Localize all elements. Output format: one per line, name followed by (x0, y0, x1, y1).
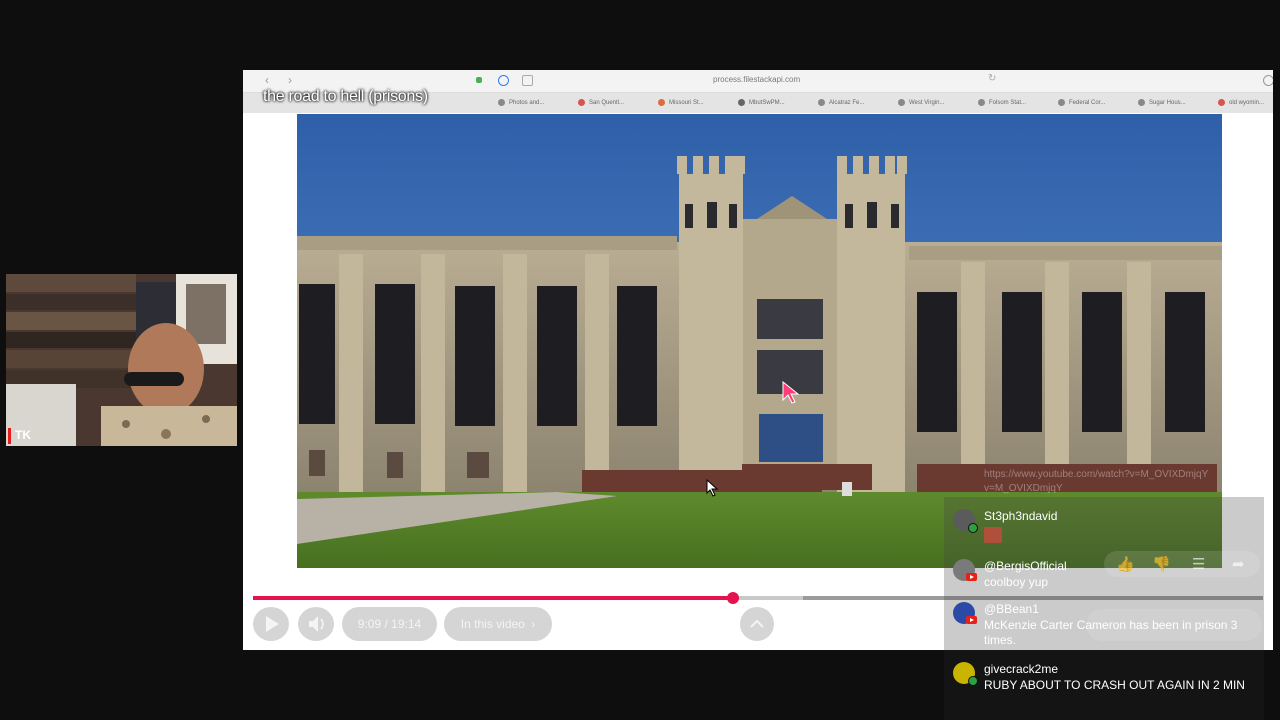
live-indicator (8, 427, 11, 444)
member-badge-icon (968, 523, 978, 533)
browser-tab[interactable]: MbutSwPM... (738, 99, 785, 106)
shield-icon (476, 77, 482, 83)
forward-button[interactable]: › (288, 73, 292, 87)
browser-tab[interactable]: Photos and... (498, 99, 544, 106)
browser-tab[interactable]: Alcatraz Fe... (818, 99, 864, 106)
mouse-cursor-icon (706, 479, 719, 497)
browser-tab[interactable]: old wyomin... (1218, 99, 1264, 106)
time-display: 9:09 / 19:14 (342, 607, 437, 641)
reader-icon[interactable] (522, 75, 533, 86)
extension-icon[interactable] (498, 75, 509, 86)
tab-favicon-icon (658, 99, 665, 106)
tab-favicon-icon (498, 99, 505, 106)
tab-favicon-icon (818, 99, 825, 106)
back-button[interactable]: ‹ (265, 73, 269, 87)
tab-label: Alcatraz Fe... (829, 100, 865, 107)
youtube-badge-icon (966, 616, 977, 624)
tab-label: Federal Cor... (1069, 100, 1106, 107)
tab-label: West Virgin... (909, 100, 945, 107)
browser-tab[interactable]: West Virgin... (898, 99, 944, 106)
chat-text: McKenzie Carter Cameron has been in pris… (984, 618, 1238, 647)
tab-label: San Quentl... (589, 100, 625, 107)
tab-label: Photos and... (509, 100, 545, 107)
progress-scrubber[interactable] (726, 592, 739, 604)
tab-label: Sugar Hous... (1149, 100, 1186, 107)
faded-link-text: https://www.youtube.com/watch?v=M_OVIXDm… (984, 469, 1209, 480)
tab-favicon-icon (978, 99, 985, 106)
tab-favicon-icon (578, 99, 585, 106)
chat-username: givecrack2me (984, 662, 1059, 676)
address-bar[interactable]: process.filestackapi.com (713, 75, 800, 84)
member-badge-icon (968, 676, 978, 686)
chat-message: givecrack2me RUBY ABOUT TO CRASH OUT AGA… (944, 661, 1264, 701)
chat-overlay: https://www.youtube.com/watch?v=M_OVIXDm… (944, 469, 1264, 720)
tab-favicon-icon (898, 99, 905, 106)
streamer-name-tag: TK (8, 426, 31, 444)
streamer-name: TK (15, 428, 31, 442)
play-icon (266, 616, 279, 632)
browser-tab[interactable]: Sugar Hous... (1138, 99, 1186, 106)
browser-tab[interactable]: San Quentl... (578, 99, 624, 106)
chevron-right-icon: › (531, 617, 536, 631)
chapter-label: In this video (460, 617, 525, 631)
download-icon[interactable] (1263, 75, 1273, 86)
chevron-up-icon (750, 619, 764, 628)
chat-username: St3ph3ndavid (984, 509, 1058, 523)
browser-tab[interactable]: Federal Cor... (1058, 99, 1105, 106)
sticker-emoji-icon (984, 527, 1002, 543)
progress-played (253, 596, 733, 600)
expand-button[interactable] (740, 607, 774, 641)
tab-label: Folsom Stat... (989, 100, 1027, 107)
faded-link-text-2: v=M_OVIXDmjqY (984, 483, 1063, 494)
reload-icon[interactable]: ↻ (988, 73, 996, 84)
tab-favicon-icon (1138, 99, 1145, 106)
chat-text: RUBY ABOUT TO CRASH OUT AGAIN IN 2 MIN (984, 678, 1245, 692)
chapter-button[interactable]: In this video › (444, 607, 552, 641)
chat-username: @BergisOfficial (984, 559, 1067, 573)
tab-favicon-icon (1058, 99, 1065, 106)
webcam-feed (6, 274, 237, 446)
browser-tab[interactable]: Missouri St... (658, 99, 704, 106)
chat-message: St3ph3ndavid (944, 507, 1264, 547)
tab-favicon-icon (738, 99, 745, 106)
video-title: the road to hell (prisons) (263, 88, 428, 105)
chat-username: @BBean1 (984, 602, 1039, 616)
chat-text: coolboy yup (984, 575, 1049, 589)
tab-label: old wyomin... (1229, 100, 1265, 107)
chat-message: @BergisOfficial coolboy yup (944, 557, 1264, 591)
play-button[interactable] (253, 607, 289, 641)
tab-label: MbutSwPM... (749, 100, 785, 107)
tab-label: Missouri St... (669, 100, 704, 107)
tab-favicon-icon (1218, 99, 1225, 106)
volume-icon (309, 616, 324, 632)
pink-cursor-icon (782, 381, 800, 404)
volume-button[interactable] (298, 607, 334, 641)
browser-tab[interactable]: Folsom Stat... (978, 99, 1026, 106)
chat-message: @BBean1 McKenzie Carter Cameron has been… (944, 602, 1264, 648)
youtube-badge-icon (966, 573, 977, 581)
